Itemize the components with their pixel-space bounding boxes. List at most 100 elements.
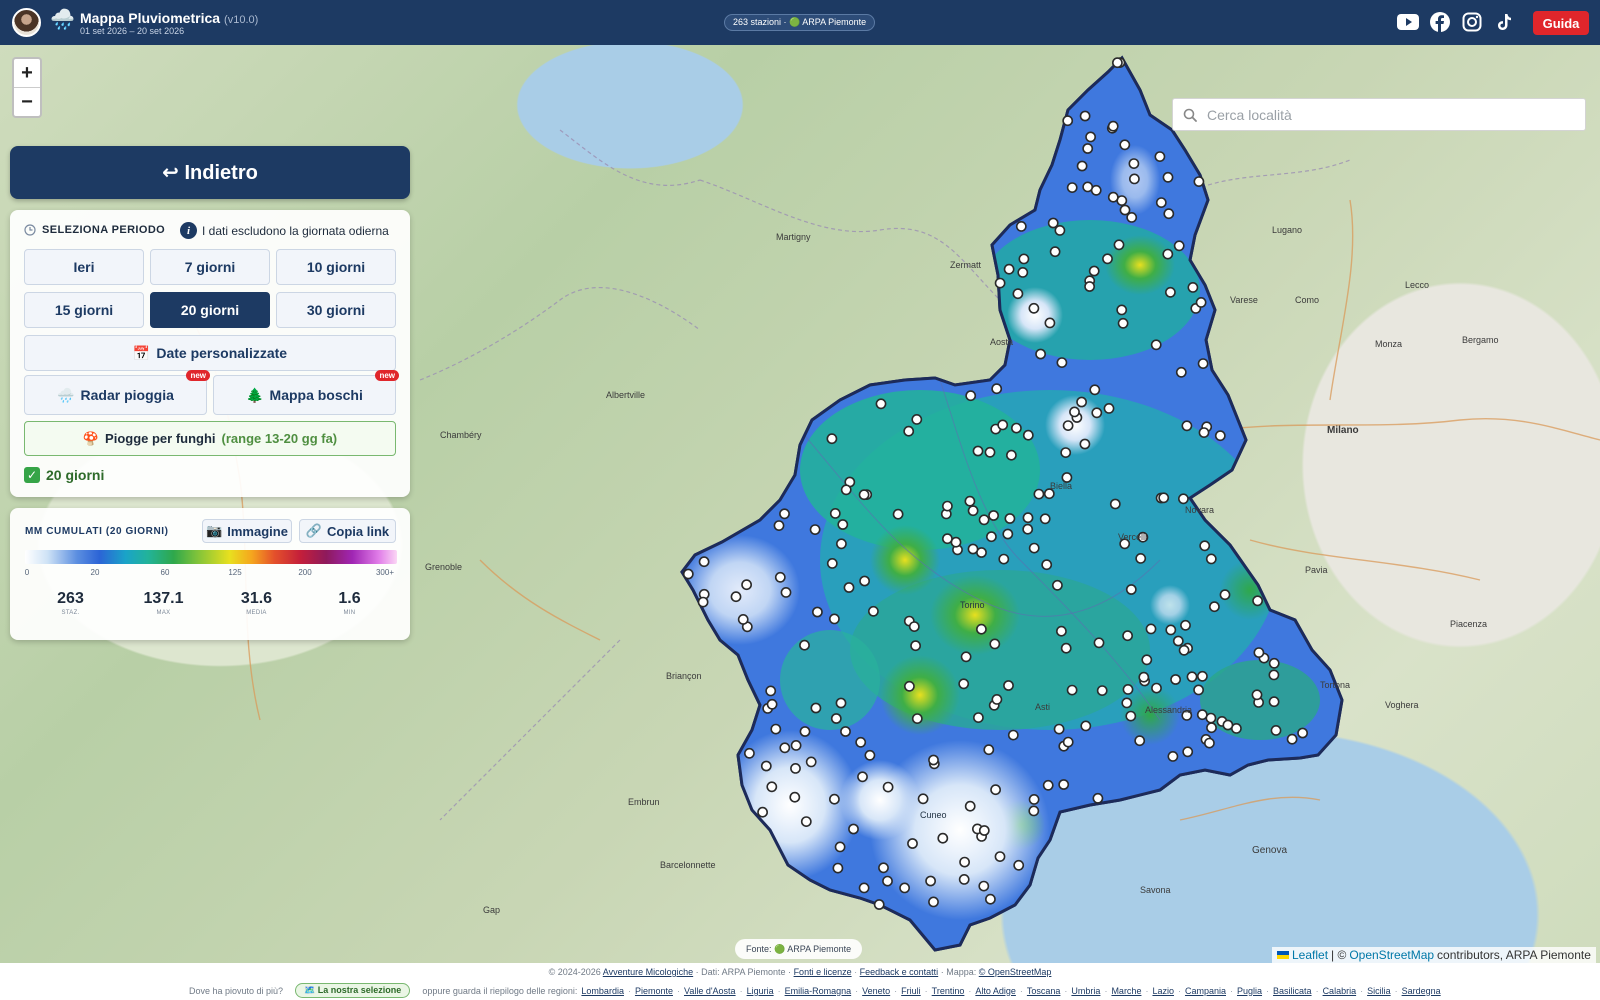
station-marker[interactable]: [1042, 779, 1054, 791]
custom-dates-button[interactable]: 📅 Date personalizzate: [24, 335, 396, 371]
station-marker[interactable]: [1017, 266, 1029, 278]
copy-link-button[interactable]: 🔗 Copia link: [299, 519, 396, 543]
station-marker[interactable]: [958, 874, 970, 885]
radar-button[interactable]: 🌧️ Radar pioggia new: [24, 370, 210, 415]
station-marker[interactable]: [829, 613, 840, 625]
station-marker[interactable]: [682, 568, 694, 580]
station-marker[interactable]: [978, 514, 990, 526]
station-marker[interactable]: [1198, 427, 1210, 438]
station-marker[interactable]: [799, 726, 811, 737]
station-marker[interactable]: [965, 390, 977, 402]
station-marker[interactable]: [1197, 670, 1208, 682]
station-marker[interactable]: [960, 651, 972, 663]
back-button[interactable]: ↩ Indietro: [10, 146, 410, 199]
station-marker[interactable]: [875, 398, 887, 410]
station-marker[interactable]: [857, 771, 868, 783]
station-marker[interactable]: [697, 596, 709, 608]
site-link[interactable]: Avventure Micologiche: [603, 967, 693, 977]
station-marker[interactable]: [1182, 746, 1194, 758]
station-marker[interactable]: [967, 543, 979, 555]
station-marker[interactable]: [810, 702, 822, 714]
station-marker[interactable]: [1268, 669, 1280, 681]
station-marker[interactable]: [779, 742, 791, 754]
station-marker[interactable]: [1150, 339, 1162, 351]
station-marker[interactable]: [760, 760, 772, 772]
station-marker[interactable]: [868, 605, 879, 617]
station-marker[interactable]: [1162, 171, 1174, 183]
region-link[interactable]: Veneto: [862, 986, 890, 996]
station-marker[interactable]: [1033, 488, 1045, 500]
station-marker[interactable]: [1058, 779, 1070, 790]
station-marker[interactable]: [1053, 723, 1065, 735]
station-marker[interactable]: [1107, 120, 1119, 132]
station-marker[interactable]: [1165, 286, 1176, 298]
station-marker[interactable]: [1193, 684, 1204, 696]
info-icon[interactable]: i: [180, 222, 197, 239]
station-marker[interactable]: [812, 606, 823, 618]
station-marker[interactable]: [1125, 584, 1137, 595]
station-marker[interactable]: [835, 697, 847, 709]
station-marker[interactable]: [1270, 725, 1282, 736]
station-marker[interactable]: [1129, 173, 1140, 185]
station-marker[interactable]: [1091, 407, 1103, 419]
station-marker[interactable]: [1062, 736, 1074, 748]
station-marker[interactable]: [790, 740, 802, 751]
station-marker[interactable]: [1195, 296, 1207, 308]
station-marker[interactable]: [1060, 642, 1072, 654]
station-marker[interactable]: [840, 726, 851, 737]
woods-map-button[interactable]: 🌲 Mappa boschi new: [213, 370, 399, 415]
station-marker[interactable]: [976, 623, 987, 635]
station-marker[interactable]: [1079, 110, 1091, 122]
region-link[interactable]: Liguria: [747, 986, 774, 996]
region-link[interactable]: Marche: [1111, 986, 1141, 996]
station-marker[interactable]: [964, 495, 976, 507]
tiktok-icon[interactable]: [1493, 11, 1515, 33]
station-marker[interactable]: [780, 587, 792, 598]
station-marker[interactable]: [1018, 253, 1030, 265]
station-marker[interactable]: [837, 519, 849, 530]
avatar[interactable]: [12, 8, 41, 37]
station-marker[interactable]: [1015, 220, 1027, 232]
station-marker[interactable]: [997, 419, 1009, 431]
station-marker[interactable]: [800, 816, 812, 827]
region-link[interactable]: Alto Adige: [975, 986, 1016, 996]
station-marker[interactable]: [925, 875, 936, 887]
station-marker[interactable]: [1080, 720, 1092, 732]
station-marker[interactable]: [1170, 674, 1181, 685]
station-marker[interactable]: [805, 756, 817, 768]
station-marker[interactable]: [1049, 246, 1061, 258]
station-marker[interactable]: [1093, 637, 1105, 649]
station-marker[interactable]: [1214, 430, 1226, 442]
station-marker[interactable]: [882, 781, 894, 793]
feedback-link[interactable]: Feedback e contatti: [860, 967, 939, 977]
station-marker[interactable]: [1013, 859, 1025, 871]
station-marker[interactable]: [942, 533, 953, 545]
station-marker[interactable]: [864, 749, 876, 761]
station-marker[interactable]: [1022, 523, 1034, 535]
station-marker[interactable]: [1004, 513, 1016, 524]
region-link[interactable]: Sardegna: [1402, 986, 1441, 996]
station-marker[interactable]: [882, 875, 893, 887]
station-marker[interactable]: [1062, 420, 1074, 431]
station-marker[interactable]: [1092, 792, 1104, 804]
station-marker[interactable]: [973, 712, 984, 723]
station-marker[interactable]: [1222, 719, 1234, 731]
station-marker[interactable]: [1187, 281, 1199, 293]
station-marker[interactable]: [1251, 689, 1263, 701]
zoom-out-button[interactable]: −: [14, 88, 40, 117]
station-marker[interactable]: [834, 841, 846, 853]
station-marker[interactable]: [774, 571, 786, 583]
station-marker[interactable]: [829, 793, 840, 805]
station-marker[interactable]: [1041, 559, 1053, 571]
osm-footer-link[interactable]: © OpenStreetMap: [979, 967, 1052, 977]
station-marker[interactable]: [873, 899, 885, 910]
station-marker[interactable]: [1076, 160, 1088, 172]
station-marker[interactable]: [1196, 709, 1208, 721]
station-marker[interactable]: [826, 558, 838, 569]
station-marker[interactable]: [1128, 158, 1140, 169]
station-marker[interactable]: [1126, 211, 1138, 223]
station-marker[interactable]: [991, 694, 1003, 705]
station-marker[interactable]: [1286, 733, 1298, 745]
station-marker[interactable]: [1028, 302, 1040, 314]
station-marker[interactable]: [983, 744, 995, 756]
